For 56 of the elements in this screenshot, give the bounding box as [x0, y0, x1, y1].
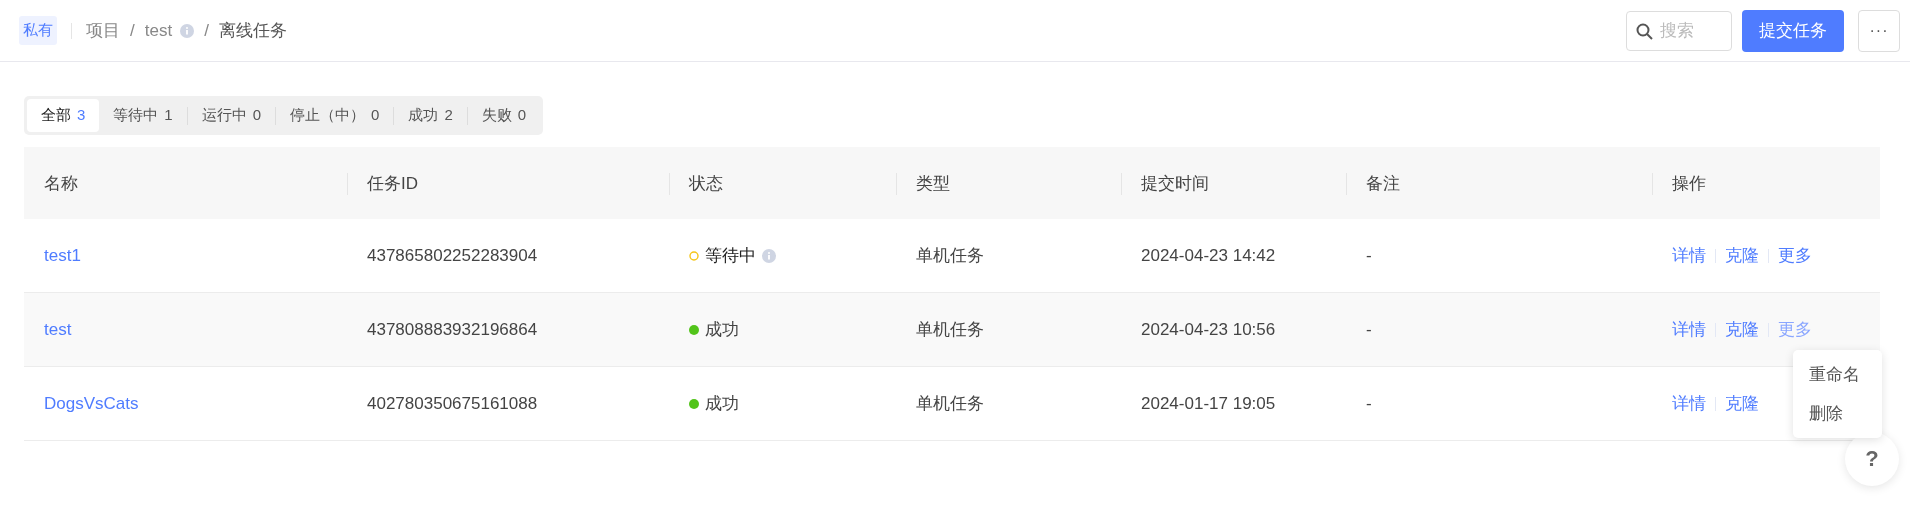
action-link[interactable]: 克隆	[1725, 244, 1759, 267]
breadcrumb-item: 离线任务	[218, 20, 287, 42]
help-button[interactable]: ?	[1845, 432, 1899, 486]
status-label: 成功	[705, 393, 739, 415]
column-header: 操作	[1652, 147, 1880, 219]
breadcrumb-item[interactable]: test	[144, 20, 173, 41]
column-header: 名称	[24, 147, 347, 219]
action-link[interactable]: 克隆	[1725, 392, 1759, 415]
breadcrumb-separator: /	[204, 20, 209, 41]
column-header: 状态	[669, 147, 896, 219]
menu-item[interactable]: 重命名	[1793, 355, 1882, 394]
column-header: 类型	[896, 147, 1121, 219]
submit-task-button[interactable]: 提交任务	[1742, 9, 1844, 52]
status-tab[interactable]: 运行中 0	[187, 99, 276, 132]
status-label: 成功	[705, 319, 739, 341]
task-name-link[interactable]: DogsVsCats	[44, 393, 139, 413]
status-tab[interactable]: 等待中 1	[99, 99, 187, 132]
column-header: 提交时间	[1121, 147, 1346, 219]
status-tab[interactable]: 成功 2	[394, 99, 467, 132]
info-icon	[762, 248, 776, 263]
task-id: 437808883932196864	[367, 319, 538, 339]
submit-time: 2024-04-23 14:42	[1141, 245, 1276, 265]
action-link[interactable]: 更多	[1778, 318, 1812, 341]
note: -	[1366, 245, 1372, 265]
note: -	[1366, 319, 1372, 339]
task-id: 402780350675161088	[367, 393, 538, 413]
action-link[interactable]: 详情	[1672, 244, 1706, 267]
action-link[interactable]: 详情	[1672, 392, 1706, 415]
search-field[interactable]: 搜索	[1626, 10, 1732, 51]
submit-time: 2024-04-23 10:56	[1141, 319, 1276, 339]
column-header: 备注	[1346, 147, 1652, 219]
task-type: 单机任务	[916, 320, 984, 339]
task-type: 单机任务	[916, 394, 984, 413]
action-link[interactable]: 更多	[1778, 244, 1812, 267]
status-tab[interactable]: 停止（中） 0	[276, 99, 394, 132]
status-tab[interactable]: 全部 3	[27, 99, 100, 132]
action-link[interactable]: 详情	[1672, 318, 1706, 341]
action-link[interactable]: 克隆	[1725, 318, 1759, 341]
submit-time: 2024-01-17 19:05	[1141, 393, 1276, 413]
task-id: 437865802252283904	[367, 245, 538, 265]
status-dot-icon	[689, 398, 699, 409]
status-tab[interactable]: 失败 0	[467, 99, 541, 132]
task-type: 单机任务	[916, 246, 984, 265]
note: -	[1366, 393, 1372, 413]
status-label: 等待中	[705, 245, 756, 267]
info-icon	[180, 23, 195, 38]
column-header: 任务ID	[347, 147, 669, 219]
task-name-link[interactable]: test1	[44, 245, 81, 265]
status-dot-icon	[689, 324, 699, 335]
menu-item[interactable]: 删除	[1793, 394, 1882, 433]
status-ring-icon	[689, 250, 699, 261]
breadcrumb-item[interactable]: 项目	[86, 19, 120, 42]
breadcrumb-separator: /	[130, 20, 135, 41]
more-button[interactable]: ···	[1858, 9, 1900, 52]
task-name-link[interactable]: test	[44, 319, 72, 339]
private-badge: 私有	[19, 16, 57, 45]
